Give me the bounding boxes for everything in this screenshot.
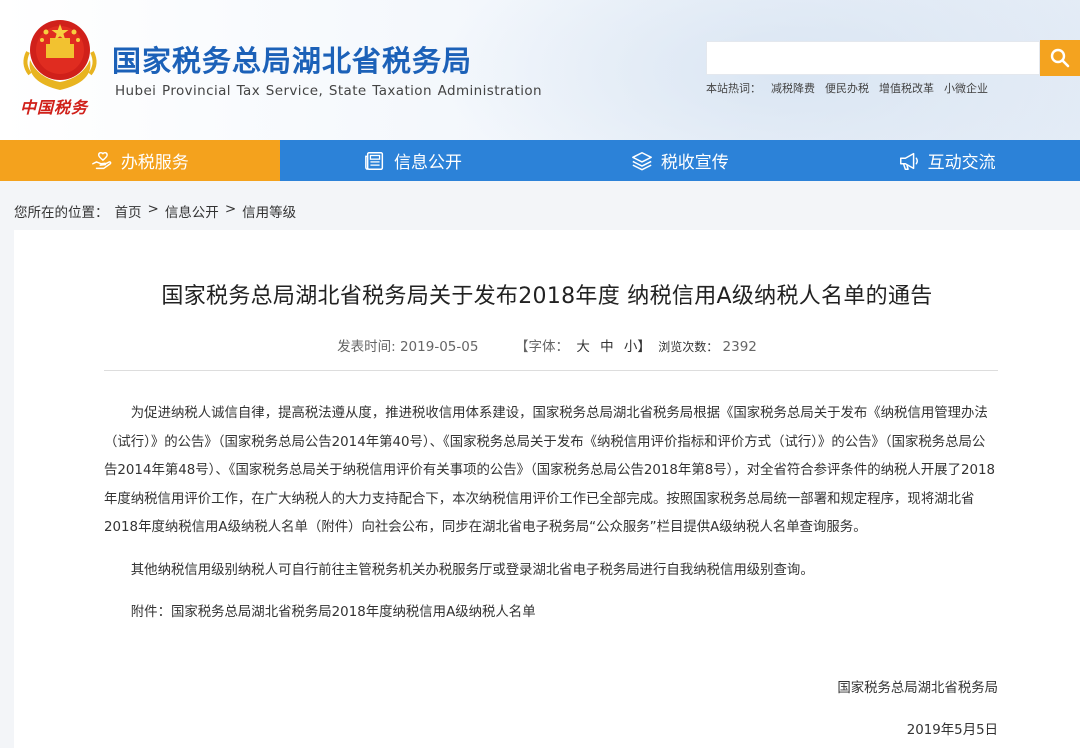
article-panel: 国家税务总局湖北省税务局关于发布2018年度 纳税信用A级纳税人名单的通告 发表…	[14, 230, 1080, 748]
article-meta: 发表时间: 2019-05-05 【字体： 大 中 小】 浏览次数： 2392	[14, 335, 1080, 355]
megaphone-icon	[899, 152, 918, 170]
font-size-large-button[interactable]: 大	[576, 339, 590, 355]
title-divider	[104, 370, 998, 371]
newspaper-icon	[365, 151, 384, 170]
article-signature: 国家税务总局湖北省税务局	[837, 681, 998, 696]
main-nav: 办税服务 信息公开 税收宣传 互动交流	[0, 140, 1080, 181]
hot-word-link[interactable]: 便民办税	[825, 80, 869, 96]
breadcrumb-separator: >	[147, 201, 159, 217]
article-title: 国家税务总局湖北省税务局关于发布2018年度 纳税信用A级纳税人名单的通告	[161, 284, 933, 309]
breadcrumb-credit-rating[interactable]: 信用等级	[242, 201, 296, 221]
search-icon	[1050, 48, 1070, 68]
article-paragraph: 为促进纳税人诚信自律，提高税法遵从度，推进税收信用体系建设，国家税务总局湖北省税…	[104, 406, 996, 535]
hot-words: 本站热词： 减税降费 便民办税 增值税改革 小微企业	[706, 80, 988, 96]
site-title: 国家税务总局湖北省税务局	[112, 44, 473, 78]
nav-item-tax-publicity[interactable]: 税收宣传	[546, 140, 813, 181]
china-tax-logo-text: 中国税务	[20, 98, 89, 117]
nav-item-tax-service[interactable]: 办税服务	[0, 140, 280, 181]
hot-word-link[interactable]: 减税降费	[771, 80, 815, 96]
search-input[interactable]	[706, 41, 1040, 75]
hot-word-link[interactable]: 增值税改革	[879, 80, 934, 96]
font-size-label: 【字体：	[515, 339, 570, 355]
font-size-medium-button[interactable]: 中	[600, 339, 614, 355]
views-label: 浏览次数：	[658, 340, 719, 354]
publish-label: 发表时间:	[337, 339, 396, 355]
views-count: 2392	[722, 339, 757, 355]
site-header: 中国税务 国家税务总局湖北省税务局 Hubei Provincial Tax S…	[0, 0, 1080, 140]
national-emblem-icon	[23, 20, 97, 90]
article-paragraph: 其他纳税信用级别纳税人可自行前往主管税务机关办税服务厅或登录湖北省电子税务局进行…	[130, 562, 814, 578]
nav-item-label: 办税服务	[120, 153, 189, 173]
breadcrumb: 您所在的位置： 首页 > 信息公开 > 信用等级	[14, 201, 296, 221]
layers-icon	[631, 151, 652, 170]
nav-item-information-disclosure[interactable]: 信息公开	[280, 140, 547, 181]
breadcrumb-separator: >	[224, 201, 237, 217]
breadcrumb-information-disclosure[interactable]: 信息公开	[165, 201, 219, 221]
hot-words-label: 本站热词：	[706, 82, 761, 95]
font-size-small-button[interactable]: 小】	[624, 339, 651, 355]
hand-heart-icon	[91, 151, 112, 169]
breadcrumb-prefix: 您所在的位置：	[14, 205, 109, 221]
article-body: 为促进纳税人诚信自律，提高税法遵从度，推进税收信用体系建设，国家税务总局湖北省税…	[104, 400, 998, 628]
nav-item-label: 税收宣传	[660, 153, 729, 173]
breadcrumb-home[interactable]: 首页	[115, 201, 142, 221]
nav-item-label: 信息公开	[394, 153, 463, 173]
publish-date: 2019-05-05	[399, 339, 479, 355]
nav-item-interaction[interactable]: 互动交流	[813, 140, 1080, 181]
nav-item-label: 互动交流	[927, 153, 996, 173]
search-button[interactable]	[1040, 40, 1080, 76]
attachment-link[interactable]: 附件：国家税务总局湖北省税务局2018年度纳税信用A级纳税人名单	[104, 599, 998, 628]
site-subtitle: Hubei Provincial Tax Service, State Taxa…	[115, 83, 542, 99]
hot-word-link[interactable]: 小微企业	[944, 80, 988, 96]
article-sign-date: 2019年5月5日	[906, 723, 998, 738]
